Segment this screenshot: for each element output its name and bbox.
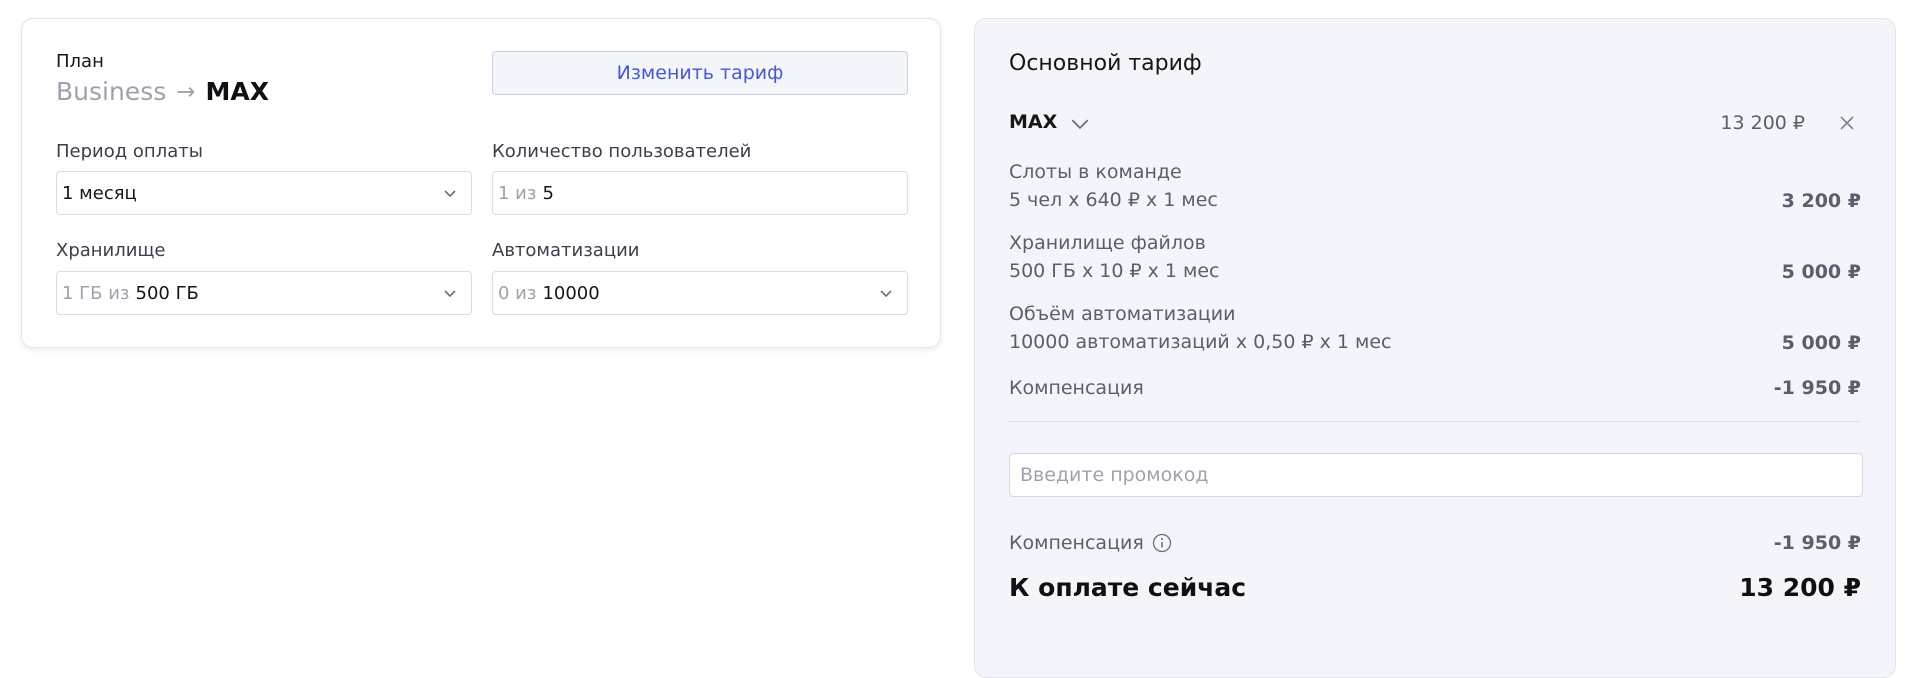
- pay-now-amount: 13 200 ₽: [1739, 573, 1861, 602]
- users-label: Количество пользователей: [492, 141, 752, 162]
- info-icon[interactable]: [1152, 533, 1172, 553]
- arrow-right-icon: →: [176, 78, 196, 105]
- users-value: 5: [542, 182, 554, 204]
- compensation-label: Компенсация: [1009, 532, 1144, 554]
- tariff-name: MAX: [1009, 111, 1058, 133]
- line-item-title: Слоты в команде: [1009, 161, 1182, 183]
- line-item: Объём автоматизации 10000 автоматизаций …: [1009, 303, 1861, 354]
- users-prefix: 1 из: [498, 182, 537, 204]
- line-item-detail: 5 чел x 640 ₽ x 1 мес: [1009, 189, 1218, 211]
- line-item-detail: 10000 автоматизаций x 0,50 ₽ x 1 мес: [1009, 331, 1392, 353]
- period-select[interactable]: 1 месяц: [56, 171, 472, 215]
- automations-value: 10000: [542, 282, 600, 304]
- line-item-amount: 3 200 ₽: [1781, 190, 1861, 212]
- chevron-down-icon: [1071, 115, 1089, 130]
- chevron-down-icon: [443, 286, 457, 300]
- pay-now-label: К оплате сейчас: [1009, 573, 1247, 602]
- compensation-amount: -1 950 ₽: [1773, 532, 1861, 554]
- period-label: Период оплаты: [56, 141, 203, 162]
- line-item-title: Компенсация: [1009, 377, 1144, 399]
- tariff-price: 13 200 ₽: [1720, 112, 1805, 134]
- storage-value: 500 ГБ: [135, 282, 199, 304]
- line-item: Слоты в команде 5 чел x 640 ₽ x 1 мес 3 …: [1009, 161, 1861, 212]
- change-tariff-button[interactable]: Изменить тариф: [492, 51, 908, 95]
- plan-from: Business: [56, 77, 167, 106]
- order-summary-card: Основной тариф MAX 13 200 ₽ Слоты в кома…: [974, 18, 1896, 678]
- plan-change-path: Business → MAX: [56, 77, 269, 106]
- line-item-amount: 5 000 ₽: [1781, 261, 1861, 283]
- storage-prefix: 1 ГБ из: [62, 282, 130, 304]
- period-value: 1 месяц: [62, 182, 137, 204]
- tariff-selector[interactable]: MAX: [1009, 111, 1089, 133]
- users-input[interactable]: 1 из 5: [492, 171, 908, 215]
- chevron-down-icon: [443, 186, 457, 200]
- line-item-amount: 5 000 ₽: [1781, 332, 1861, 354]
- plan-to: MAX: [205, 77, 270, 106]
- promo-code-input[interactable]: [1009, 453, 1863, 497]
- automations-select[interactable]: 0 из 10000: [492, 271, 908, 315]
- storage-label: Хранилище: [56, 240, 166, 261]
- automations-prefix: 0 из: [498, 282, 537, 304]
- plan-settings-card: План Business → MAX Изменить тариф Перио…: [21, 18, 941, 348]
- automations-label: Автоматизации: [492, 240, 640, 261]
- line-item-amount: -1 950 ₽: [1773, 377, 1861, 399]
- close-icon[interactable]: [1837, 113, 1857, 133]
- line-item-title: Объём автоматизации: [1009, 303, 1236, 325]
- summary-title: Основной тариф: [1009, 51, 1202, 76]
- line-item-title: Хранилище файлов: [1009, 232, 1206, 254]
- line-item-detail: 500 ГБ x 10 ₽ x 1 мес: [1009, 260, 1220, 282]
- compensation-row: Компенсация: [1009, 532, 1172, 554]
- storage-select[interactable]: 1 ГБ из 500 ГБ: [56, 271, 472, 315]
- line-item: Компенсация -1 950 ₽: [1009, 377, 1861, 399]
- divider: [1009, 421, 1861, 422]
- line-item: Хранилище файлов 500 ГБ x 10 ₽ x 1 мес 5…: [1009, 232, 1861, 283]
- chevron-down-icon: [879, 286, 893, 300]
- plan-label: План: [56, 51, 104, 72]
